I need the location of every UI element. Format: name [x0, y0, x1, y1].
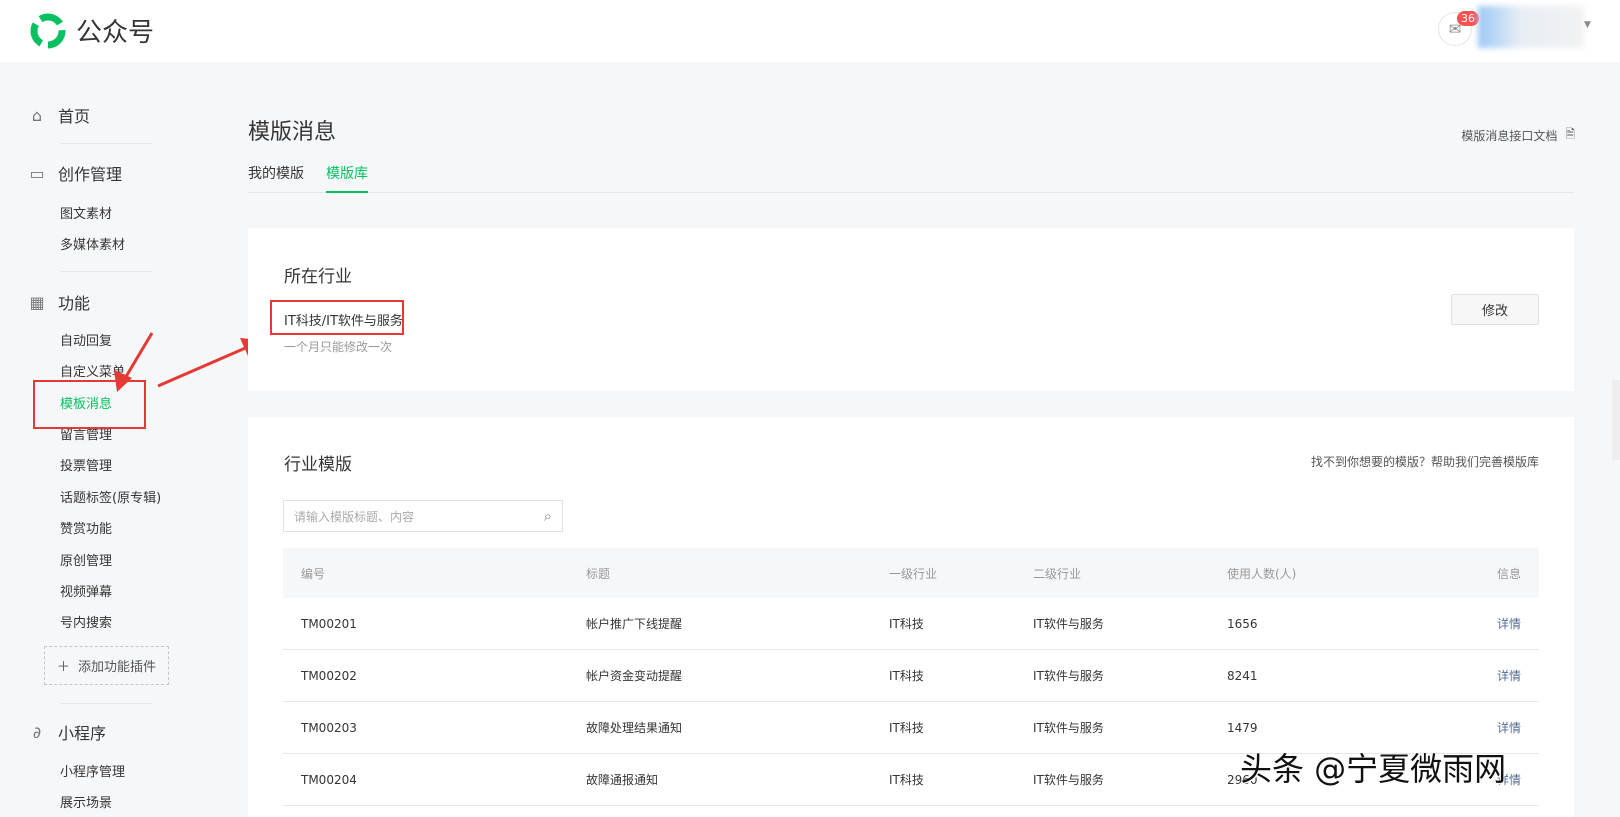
table-cell: IT软件与服务 [1033, 617, 1104, 631]
search-icon[interactable]: ⌕ [544, 507, 552, 525]
tab-my-templates[interactable]: 我的模版 [248, 163, 304, 193]
account-avatar[interactable] [1478, 6, 1584, 48]
tabs: 我的模版 模版库 [248, 163, 1574, 193]
table-cell: 帐户推广下线提醒 [586, 617, 683, 631]
sidebar-item-danmaku[interactable]: 视频弹幕 [60, 581, 112, 600]
column-header: 编号 [301, 566, 326, 581]
templates-title: 行业模版 [284, 455, 352, 475]
column-header: 二级行业 [1033, 566, 1082, 581]
table-cell: IT科技 [889, 617, 924, 631]
table-cell: TM00201 [301, 616, 357, 631]
search-input[interactable]: 请输入模版标题、内容 ⌕ [283, 500, 563, 532]
column-header: 一级行业 [889, 566, 938, 581]
watermark: 头条 @宁夏微雨网 [1240, 750, 1507, 788]
table-cell: 1656 [1227, 616, 1258, 631]
plus-icon: ＋ [56, 660, 70, 675]
link-icon: ∂ [32, 722, 42, 742]
table-cell: 8241 [1227, 668, 1258, 683]
tab-template-library[interactable]: 模版库 [326, 163, 368, 193]
table-cell: TM00202 [301, 668, 357, 683]
details-link[interactable]: 详情 [1477, 719, 1539, 736]
details-link[interactable]: 详情 [1477, 667, 1539, 684]
help-link[interactable]: 找不到你想要的模版？帮助我们完善模版库 [1311, 453, 1539, 470]
sidebar-item-display-scenes[interactable]: 展示场景 [60, 792, 112, 811]
column-header: 使用人数(人) [1227, 566, 1297, 581]
sidebar-item-original[interactable]: 原创管理 [60, 550, 112, 569]
modify-button[interactable]: 修改 [1451, 294, 1539, 325]
divider [60, 703, 152, 704]
table-cell: IT科技 [889, 669, 924, 683]
sidebar-group-miniprogram[interactable]: ∂ 小程序 [28, 720, 106, 744]
document-icon: 🗎 [1565, 127, 1575, 141]
chevron-down-icon[interactable]: ▼ [1584, 20, 1591, 30]
sidebar-item-topic-tags[interactable]: 话题标签(原专辑) [60, 487, 161, 506]
api-doc-label: 模版消息接口文档 [1461, 129, 1558, 143]
table-row: TM00201 帐户推广下线提醒 IT科技 IT软件与服务 1656 详情 [283, 598, 1539, 650]
table-cell: IT科技 [889, 773, 924, 787]
table-cell: 帐户资金变动提醒 [586, 669, 683, 683]
table-row: TM00202 帐户资金变动提醒 IT科技 IT软件与服务 8241 详情 [283, 650, 1539, 702]
table-cell: TM00203 [301, 720, 357, 735]
details-link[interactable]: 详情 [1477, 615, 1539, 632]
table-header: 编号 标题 一级行业 二级行业 使用人数(人) 信息 [283, 548, 1539, 598]
sidebar-item-search[interactable]: 号内搜索 [60, 612, 112, 631]
annotation-box [270, 300, 404, 335]
column-header: 信息 [1496, 566, 1521, 581]
sidebar-item-votes[interactable]: 投票管理 [60, 455, 112, 474]
table-cell: 1479 [1227, 720, 1258, 735]
industry-note: 一个月只能修改一次 [284, 340, 393, 354]
mail-count-badge: 36 [1457, 11, 1479, 26]
sidebar-item-appreciation[interactable]: 赞赏功能 [60, 518, 112, 537]
table-cell: 故障处理结果通知 [586, 721, 683, 735]
page-title: 模版消息 [248, 120, 337, 145]
industry-title: 所在行业 [284, 267, 352, 287]
table-cell: 故障通报通知 [586, 773, 659, 787]
add-plugin-button[interactable]: ＋ 添加功能插件 [44, 646, 169, 685]
table-cell: IT科技 [889, 721, 924, 735]
table-cell: IT软件与服务 [1033, 773, 1104, 787]
sidebar-item-miniprogram-manage[interactable]: 小程序管理 [60, 761, 125, 780]
search-placeholder: 请输入模版标题、内容 [294, 509, 415, 524]
table-cell: IT软件与服务 [1033, 721, 1104, 735]
table-cell: TM00204 [301, 772, 357, 787]
column-header: 标题 [586, 566, 611, 581]
sidebar-miniprogram-label: 小程序 [58, 724, 107, 743]
industry-card: 所在行业 IT科技/IT软件与服务 一个月只能修改一次 修改 [248, 228, 1574, 391]
api-doc-link[interactable]: 模版消息接口文档 🗎 [1461, 125, 1575, 146]
add-plugin-label: 添加功能插件 [78, 660, 157, 675]
table-cell: IT软件与服务 [1033, 669, 1104, 683]
scrollbar[interactable] [1612, 380, 1620, 460]
